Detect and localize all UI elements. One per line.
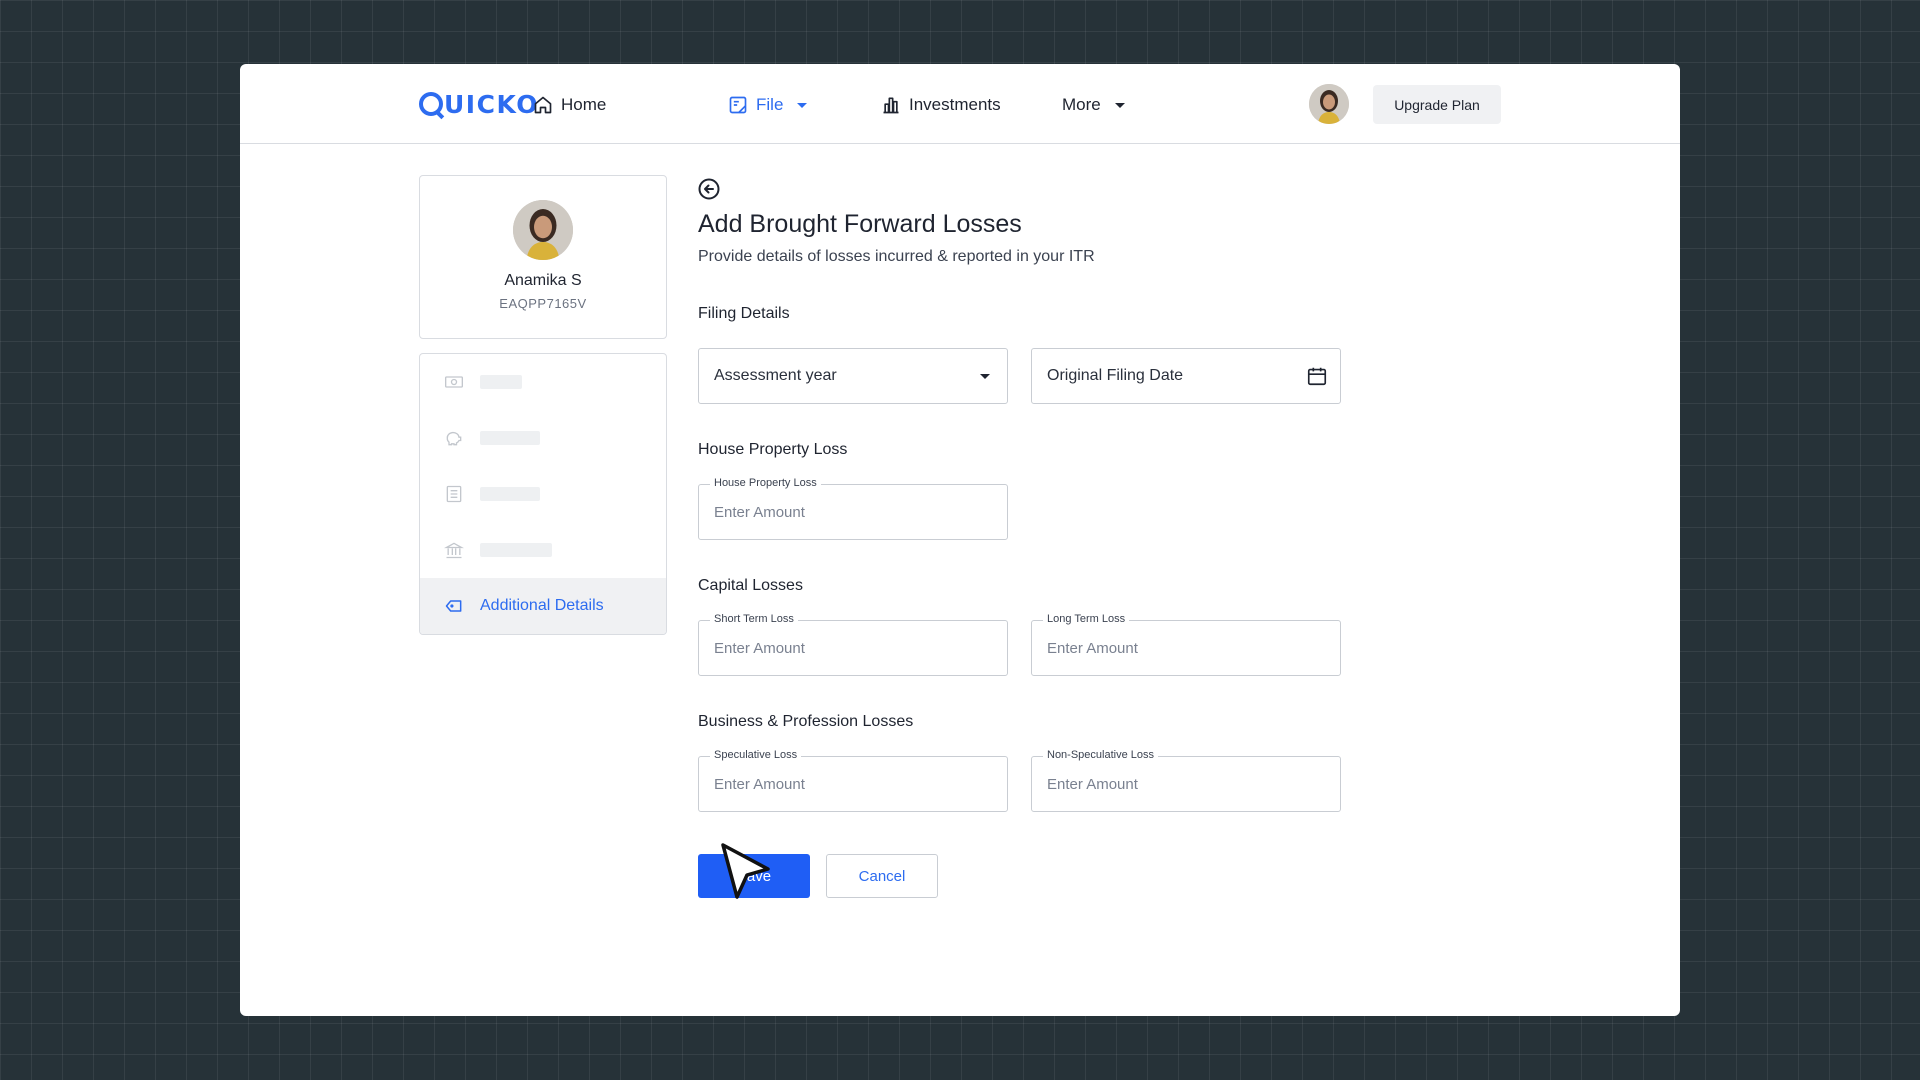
nav-file[interactable]: File <box>728 90 808 120</box>
avatar-image <box>513 200 573 260</box>
chevron-down-icon <box>797 102 808 108</box>
home-icon <box>534 96 552 114</box>
piggy-bank-icon <box>446 431 462 446</box>
page-title: Add Brought Forward Losses <box>698 210 1022 238</box>
long-term-loss-field: Long Term Loss <box>1031 613 1341 676</box>
top-navbar: UICKO Home File Investments More Upgrade… <box>240 64 1680 144</box>
mouse-pointer-icon <box>721 843 770 899</box>
upgrade-plan-button[interactable]: Upgrade Plan <box>1373 85 1501 124</box>
sidebar-menu: Additional Details <box>419 353 667 635</box>
nav-home[interactable]: Home <box>533 90 606 120</box>
speculative-loss-field: Speculative Loss <box>698 749 1008 812</box>
nav-investments[interactable]: Investments <box>881 90 1001 120</box>
caret-down-icon <box>980 374 990 379</box>
user-avatar[interactable] <box>1309 84 1349 124</box>
nav-more[interactable]: More <box>1062 90 1125 120</box>
logo-text: UICKO <box>444 89 539 119</box>
cancel-button[interactable]: Cancel <box>826 854 938 898</box>
avatar-image <box>1309 84 1349 124</box>
logo-q-icon <box>419 92 443 116</box>
profile-name: Anamika S <box>504 272 582 289</box>
sidebar-item-taxes[interactable] <box>420 466 666 522</box>
long-term-loss-input[interactable] <box>1047 621 1317 675</box>
placeholder-bar <box>480 487 540 501</box>
cash-icon <box>445 376 463 388</box>
original-filing-date-placeholder: Original Filing Date <box>1047 367 1184 384</box>
profile-card: Anamika S EAQPP7165V <box>419 175 667 339</box>
section-capital-losses: Capital Losses <box>698 577 803 594</box>
placeholder-bar <box>480 431 540 445</box>
sidebar-item-label: Additional Details <box>480 597 604 614</box>
house-property-loss-input[interactable] <box>714 485 984 539</box>
non-speculative-loss-input[interactable] <box>1047 757 1317 811</box>
nav-home-label: Home <box>561 95 607 114</box>
short-term-loss-input[interactable] <box>714 621 984 675</box>
chevron-down-icon <box>1114 102 1125 108</box>
app-window: UICKO Home File Investments More Upgrade… <box>240 64 1680 1016</box>
section-filing-details: Filing Details <box>698 305 790 322</box>
sidebar-item-bank[interactable] <box>420 522 666 578</box>
quicko-logo[interactable]: UICKO <box>419 89 539 119</box>
placeholder-bar <box>480 543 552 557</box>
placeholder-bar <box>480 375 522 389</box>
sidebar-item-deductions[interactable] <box>420 410 666 466</box>
investments-icon <box>883 97 899 114</box>
back-button[interactable] <box>697 177 721 206</box>
section-house-property-loss: House Property Loss <box>698 441 848 458</box>
assessment-year-value: Assessment year <box>714 367 837 384</box>
non-speculative-loss-field: Non-Speculative Loss <box>1031 749 1341 812</box>
profile-avatar <box>513 200 573 260</box>
nav-file-label: File <box>756 95 784 114</box>
profile-pan: EAQPP7165V <box>499 296 587 311</box>
nav-investments-label: Investments <box>909 95 1001 114</box>
document-list-icon <box>446 485 462 503</box>
assessment-year-select[interactable]: Assessment year <box>698 348 1008 404</box>
bank-icon <box>444 542 464 559</box>
speculative-loss-input[interactable] <box>714 757 984 811</box>
tag-icon <box>445 600 462 612</box>
page-subtitle: Provide details of losses incurred & rep… <box>698 248 1095 265</box>
section-business-profession-losses: Business & Profession Losses <box>698 713 914 730</box>
calendar-icon[interactable] <box>1306 365 1328 387</box>
arrow-left-circle-icon <box>698 178 720 200</box>
sidebar-item-additional-details[interactable]: Additional Details <box>420 578 666 634</box>
nav-more-label: More <box>1062 95 1101 114</box>
file-icon <box>729 96 747 114</box>
original-filing-date-field[interactable]: Original Filing Date <box>1031 348 1341 404</box>
sidebar-item-income[interactable] <box>420 354 666 410</box>
house-property-loss-field: House Property Loss <box>698 477 1008 540</box>
short-term-loss-field: Short Term Loss <box>698 613 1008 676</box>
